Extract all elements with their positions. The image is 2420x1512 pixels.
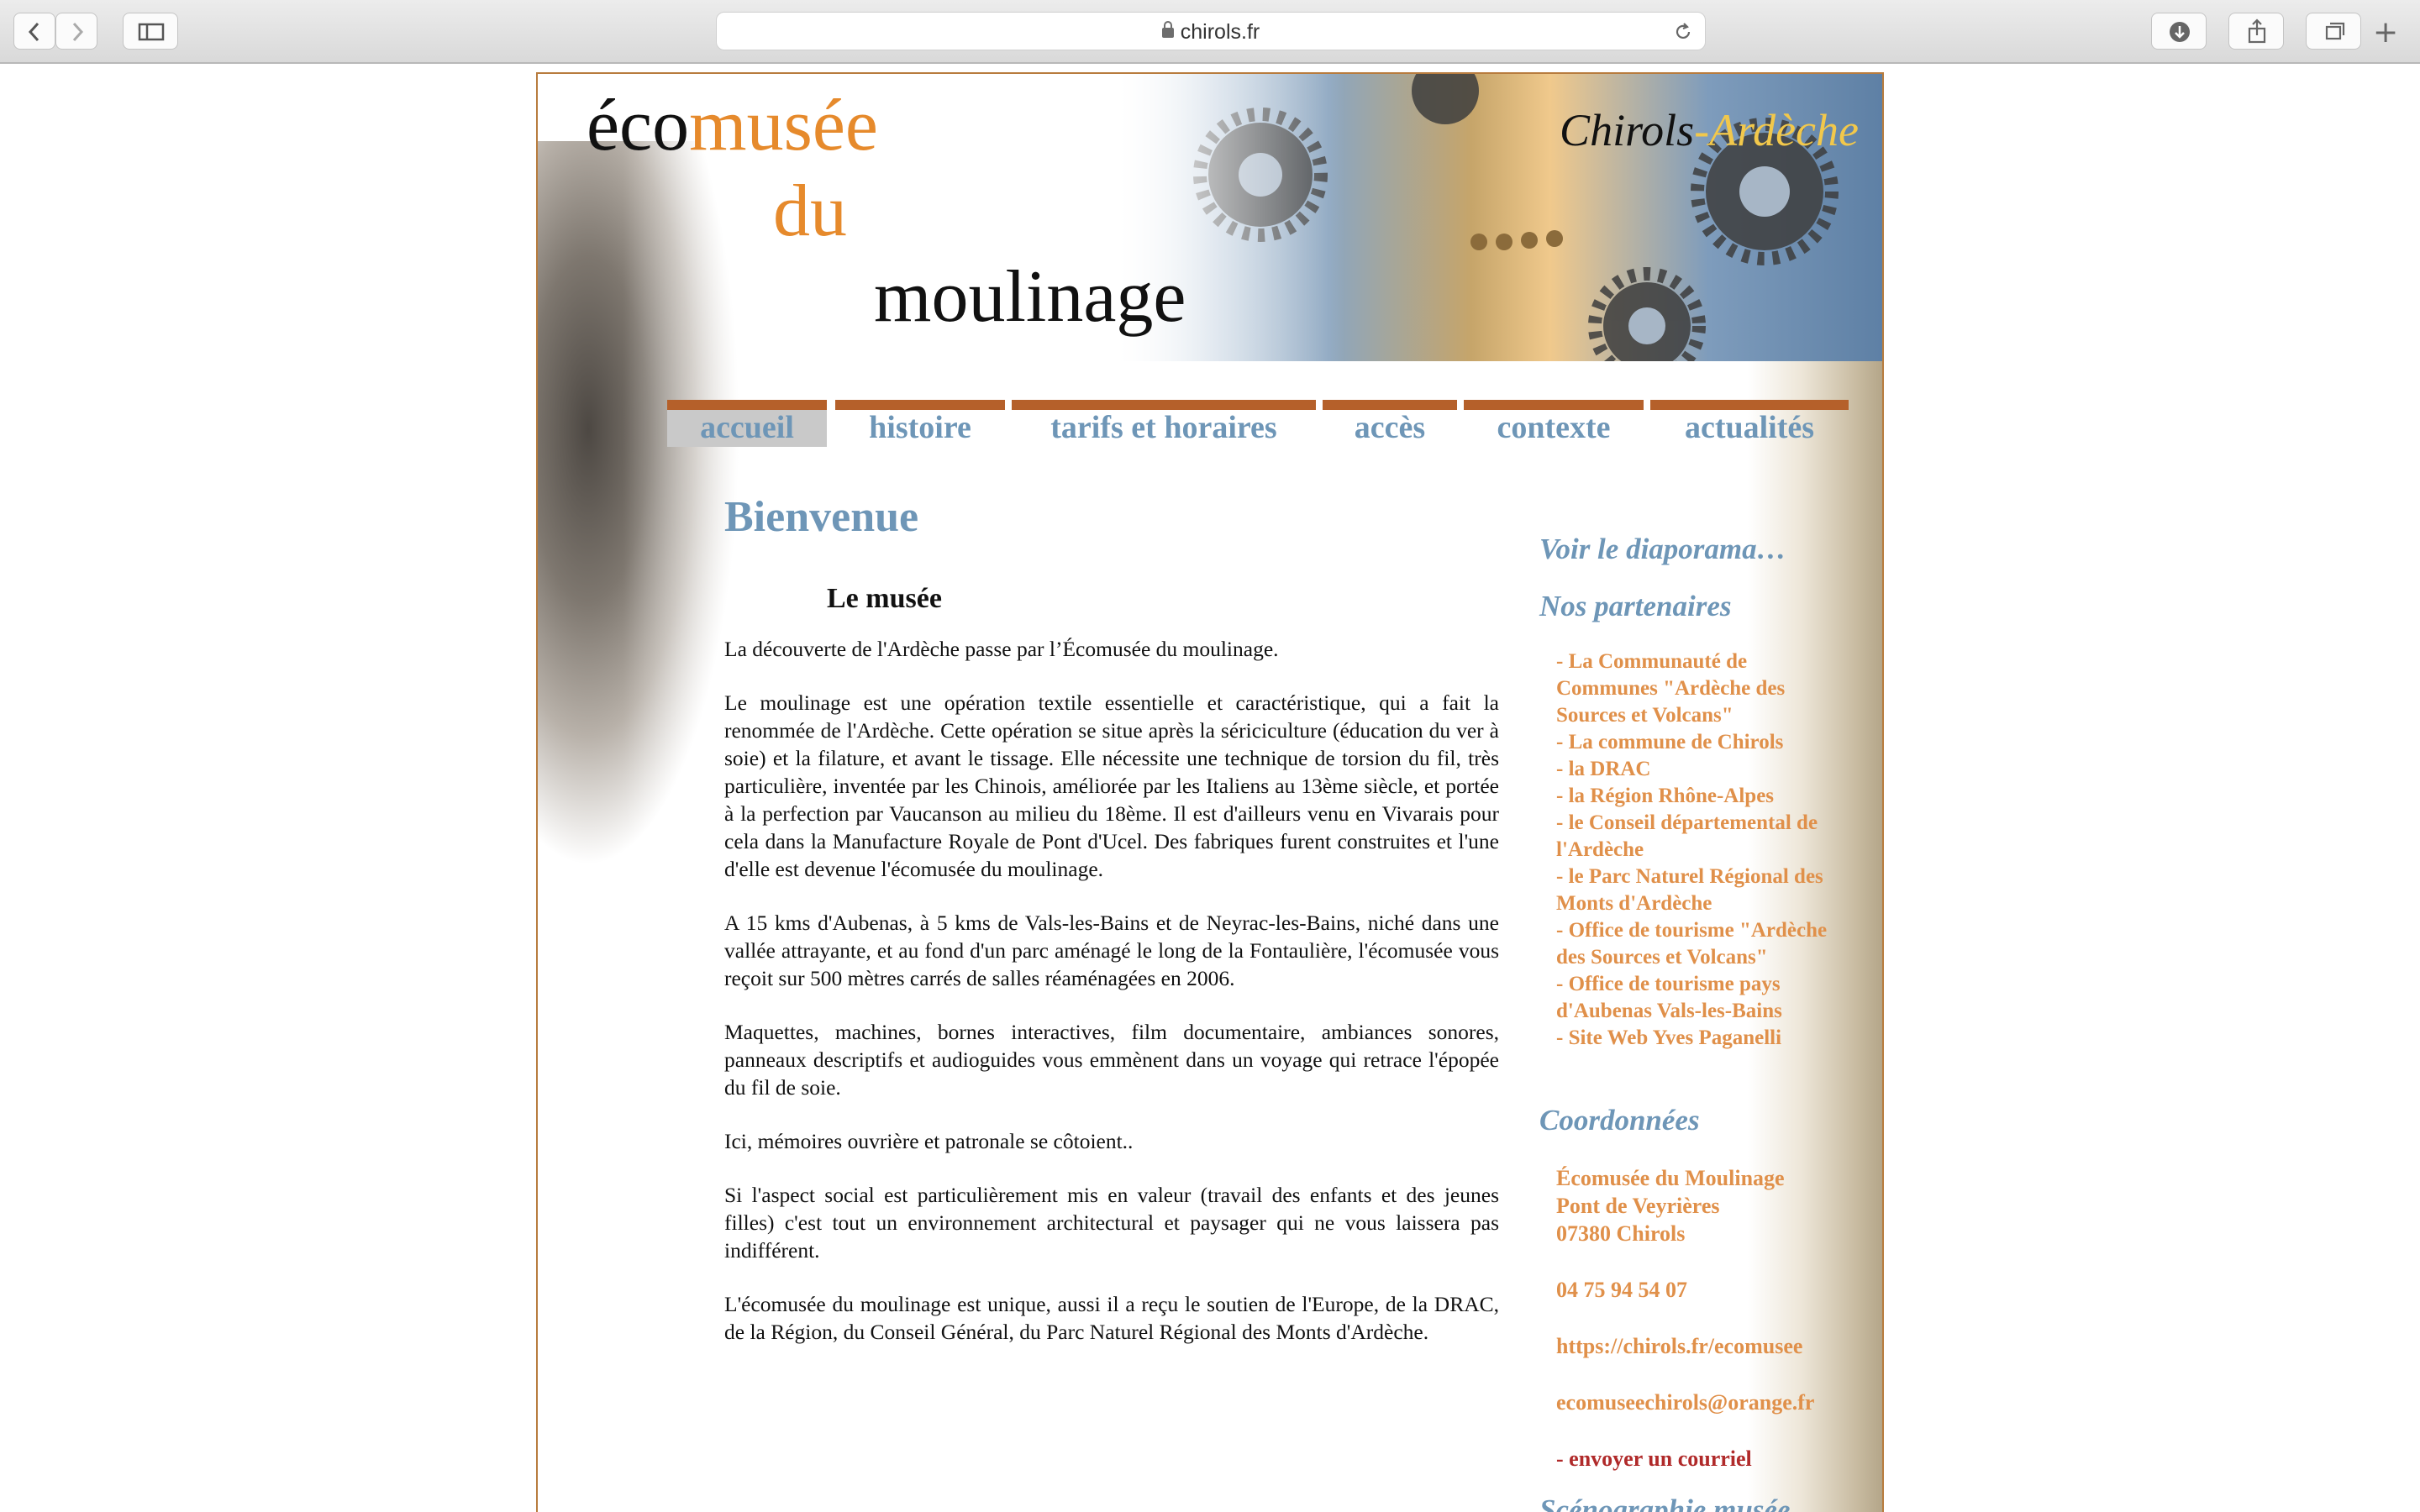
partner-link[interactable]: - Office de tourisme pays d'Aubenas Vals… bbox=[1556, 971, 1833, 1025]
place-chirols: Chirols bbox=[1560, 105, 1695, 155]
nav-tarifs[interactable]: tarifs et horaires bbox=[1012, 400, 1316, 447]
nav-label: tarifs et horaires bbox=[1050, 410, 1277, 445]
download-icon bbox=[2170, 22, 2190, 42]
logo-moulinage: moulinage bbox=[874, 256, 1186, 338]
scenographie-heading: Scénographie musée bbox=[1539, 1494, 1791, 1512]
website-link[interactable]: https://chirols.fr/ecomusee bbox=[1556, 1332, 1859, 1360]
tabs-icon bbox=[2325, 22, 2345, 40]
logo-line-1: écomusée bbox=[587, 89, 878, 163]
email-link[interactable]: ecomuseechirols@orange.fr bbox=[1556, 1389, 1859, 1416]
lock-icon bbox=[1161, 21, 1174, 38]
nav-label: actualités bbox=[1684, 410, 1815, 445]
header-banner: écomusée du moulinage Chirols-Ardèche bbox=[538, 74, 1882, 385]
page-frame: écomusée du moulinage Chirols-Ardèche ac… bbox=[536, 72, 1884, 1512]
place-ardeche: -Ardèche bbox=[1694, 105, 1859, 155]
tabs-overview-button[interactable] bbox=[2306, 13, 2361, 50]
logo-musee: musée bbox=[689, 85, 878, 166]
nav-label: accueil bbox=[700, 410, 794, 445]
nav-contexte[interactable]: contexte bbox=[1464, 400, 1644, 447]
chevron-left-icon bbox=[28, 22, 39, 42]
chevron-right-icon bbox=[72, 22, 84, 42]
paragraph: Ici, mémoires ouvrière et patronale se c… bbox=[724, 1129, 1134, 1153]
paragraph: La découverte de l'Ardèche passe par l’É… bbox=[724, 637, 1279, 661]
new-tab-button[interactable]: + bbox=[2373, 18, 2398, 48]
place-name: Chirols-Ardèche bbox=[1560, 104, 1859, 156]
reload-icon[interactable] bbox=[1673, 22, 1693, 42]
partners-heading: Nos partenaires bbox=[1539, 590, 1732, 622]
nav-label: accès bbox=[1354, 410, 1426, 445]
paragraph: L'écomusée du moulinage est unique, auss… bbox=[724, 1292, 1499, 1344]
partner-link[interactable]: - Site Web Yves Paganelli bbox=[1556, 1025, 1833, 1052]
partner-link[interactable]: - La commune de Chirols bbox=[1556, 729, 1833, 756]
nav-actualites[interactable]: actualités bbox=[1650, 400, 1849, 447]
downloads-button[interactable] bbox=[2151, 13, 2207, 50]
nav-label: histoire bbox=[869, 410, 971, 445]
paragraph: Maquettes, machines, bornes interactives… bbox=[724, 1020, 1499, 1100]
nav-acces[interactable]: accès bbox=[1323, 400, 1457, 447]
page-title: Bienvenue bbox=[724, 493, 919, 541]
sidebar-toggle-button[interactable] bbox=[123, 13, 178, 50]
nav-histoire[interactable]: histoire bbox=[835, 400, 1005, 447]
nav-label: contexte bbox=[1497, 410, 1611, 445]
phone-number: 04 75 94 54 07 bbox=[1556, 1278, 1687, 1302]
section-title: Le musée bbox=[827, 583, 942, 614]
share-icon bbox=[2248, 18, 2266, 44]
back-button[interactable] bbox=[13, 13, 55, 50]
url-text: chirols.fr bbox=[1180, 20, 1260, 44]
paragraph: A 15 kms d'Aubenas, à 5 kms de Vals-les-… bbox=[724, 911, 1499, 990]
address-line: Écomusée du Moulinage bbox=[1556, 1166, 1785, 1190]
address-line: 07380 Chirols bbox=[1556, 1221, 1686, 1246]
address-bar[interactable]: chirols.fr bbox=[716, 12, 1706, 50]
logo-eco: éco bbox=[587, 85, 690, 166]
logo-du: du bbox=[773, 171, 847, 252]
partner-link[interactable]: - Office de tourisme "Ardèche des Source… bbox=[1556, 917, 1833, 971]
partner-link[interactable]: - le Conseil départemental de l'Ardèche bbox=[1556, 810, 1833, 864]
partner-link[interactable]: - la Région Rhône-Alpes bbox=[1556, 783, 1833, 810]
partners-list: - La Communauté de Communes "Ardèche des… bbox=[1556, 648, 1833, 1052]
main-text: La découverte de l'Ardèche passe par l’É… bbox=[724, 635, 1499, 1372]
nav-accueil[interactable]: accueil bbox=[667, 400, 827, 447]
partner-link[interactable]: - La Communauté de Communes "Ardèche des… bbox=[1556, 648, 1833, 729]
partner-link[interactable]: - le Parc Naturel Régional des Monts d'A… bbox=[1556, 864, 1833, 917]
diaporama-link[interactable]: Voir le diaporama… bbox=[1539, 533, 1786, 566]
sidebar-icon bbox=[138, 23, 165, 41]
paragraph: Si l'aspect social est particulièrement … bbox=[724, 1183, 1499, 1263]
share-button[interactable] bbox=[2228, 13, 2284, 50]
browser-toolbar: chirols.fr + bbox=[0, 0, 2420, 64]
coords-heading: Coordonnées bbox=[1539, 1104, 1700, 1137]
partner-link[interactable]: - la DRAC bbox=[1556, 756, 1833, 783]
forward-button[interactable] bbox=[55, 13, 97, 50]
paragraph: Le moulinage est une opération textile e… bbox=[724, 690, 1499, 881]
address-line: Pont de Veyrières bbox=[1556, 1194, 1720, 1218]
contact-block: Écomusée du Moulinage Pont de Veyrières … bbox=[1556, 1164, 1859, 1473]
send-mail-link[interactable]: - envoyer un courriel bbox=[1556, 1445, 1859, 1473]
